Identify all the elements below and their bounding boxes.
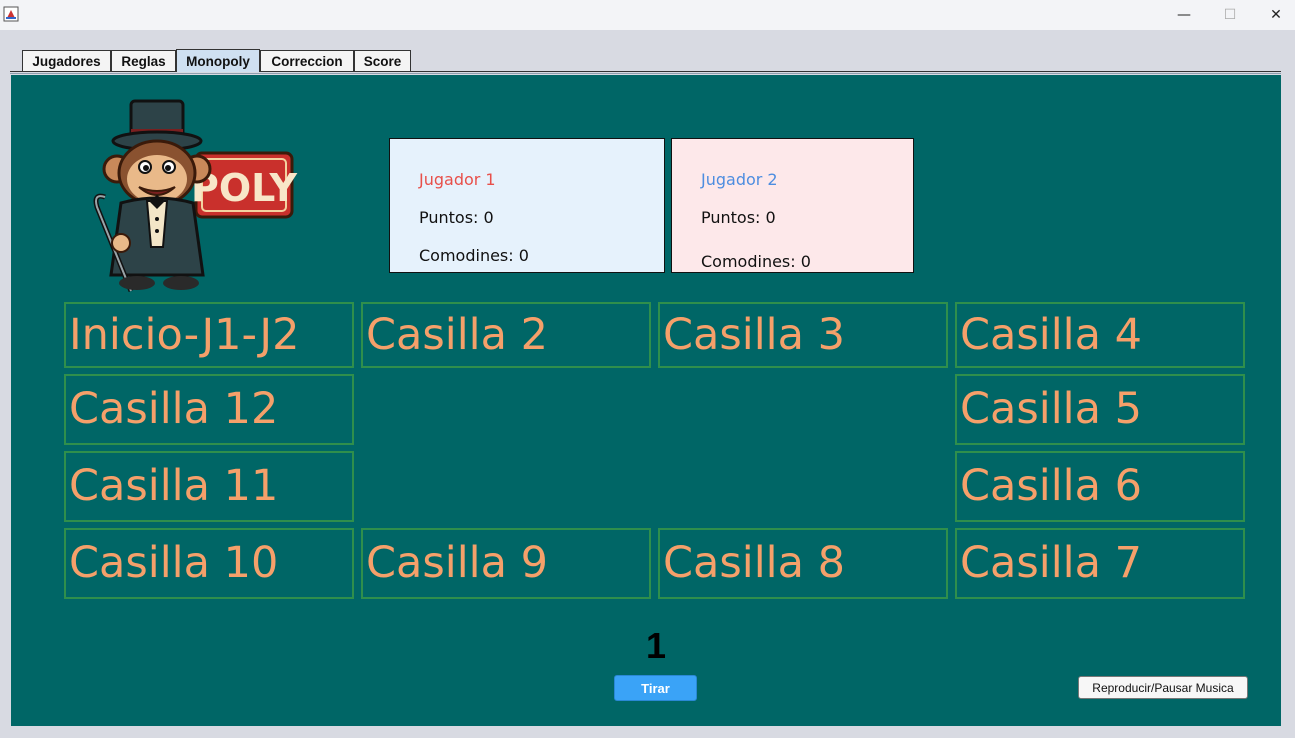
board-cell-11: Casilla 11 [64, 451, 354, 522]
player-1-card: Jugador 1 Puntos: 0 Comodines: 0 [389, 138, 665, 273]
board-cell-3: Casilla 3 [658, 302, 948, 368]
maximize-button[interactable]: ☐ [1207, 0, 1253, 30]
tab-correccion[interactable]: Correccion [260, 50, 354, 71]
tab-jugadores[interactable]: Jugadores [22, 50, 111, 71]
board-cell-12: Casilla 12 [64, 374, 354, 445]
tab-underline-shadow [10, 73, 1281, 74]
player-2-wildcards: Comodines: 0 [701, 252, 811, 271]
player-2-card: Jugador 2 Puntos: 0 Comodines: 0 [671, 138, 914, 273]
title-bar: — ☐ ✕ [0, 0, 1295, 30]
board-cell-8: Casilla 8 [658, 528, 948, 599]
minimize-button[interactable]: — [1161, 0, 1207, 30]
board-cell-9: Casilla 9 [361, 528, 651, 599]
player-1-points: Puntos: 0 [419, 208, 494, 227]
board-cell-4: Casilla 4 [955, 302, 1245, 368]
close-button[interactable]: ✕ [1253, 0, 1295, 30]
monopoly-panel: POLY Jugador 1 Puntos: 0 Comodines: 0 Ju… [11, 75, 1281, 726]
board-cell-10: Casilla 10 [64, 528, 354, 599]
tab-reglas[interactable]: Reglas [111, 50, 176, 71]
board-cell-6: Casilla 6 [955, 451, 1245, 522]
tab-monopoly[interactable]: Monopoly [176, 49, 260, 72]
player-2-points: Puntos: 0 [701, 208, 776, 227]
player-1-wildcards: Comodines: 0 [419, 246, 529, 265]
roll-dice-button[interactable]: Tirar [614, 675, 697, 701]
tab-strip: Jugadores Reglas Monopoly Correccion Sco… [10, 48, 1282, 73]
tab-score[interactable]: Score [354, 50, 411, 71]
board-cell-start: Inicio-J1-J2 [64, 302, 354, 368]
player-1-name: Jugador 1 [419, 170, 496, 189]
player-2-name: Jugador 2 [701, 170, 778, 189]
java-app-icon [3, 6, 19, 22]
monopoly-mascot-logo: POLY [93, 99, 297, 292]
toggle-music-button[interactable]: Reproducir/Pausar Musica [1078, 676, 1248, 699]
board-cell-5: Casilla 5 [955, 374, 1245, 445]
board-cell-2: Casilla 2 [361, 302, 651, 368]
dice-value: 1 [645, 625, 667, 666]
board-cell-7: Casilla 7 [955, 528, 1245, 599]
